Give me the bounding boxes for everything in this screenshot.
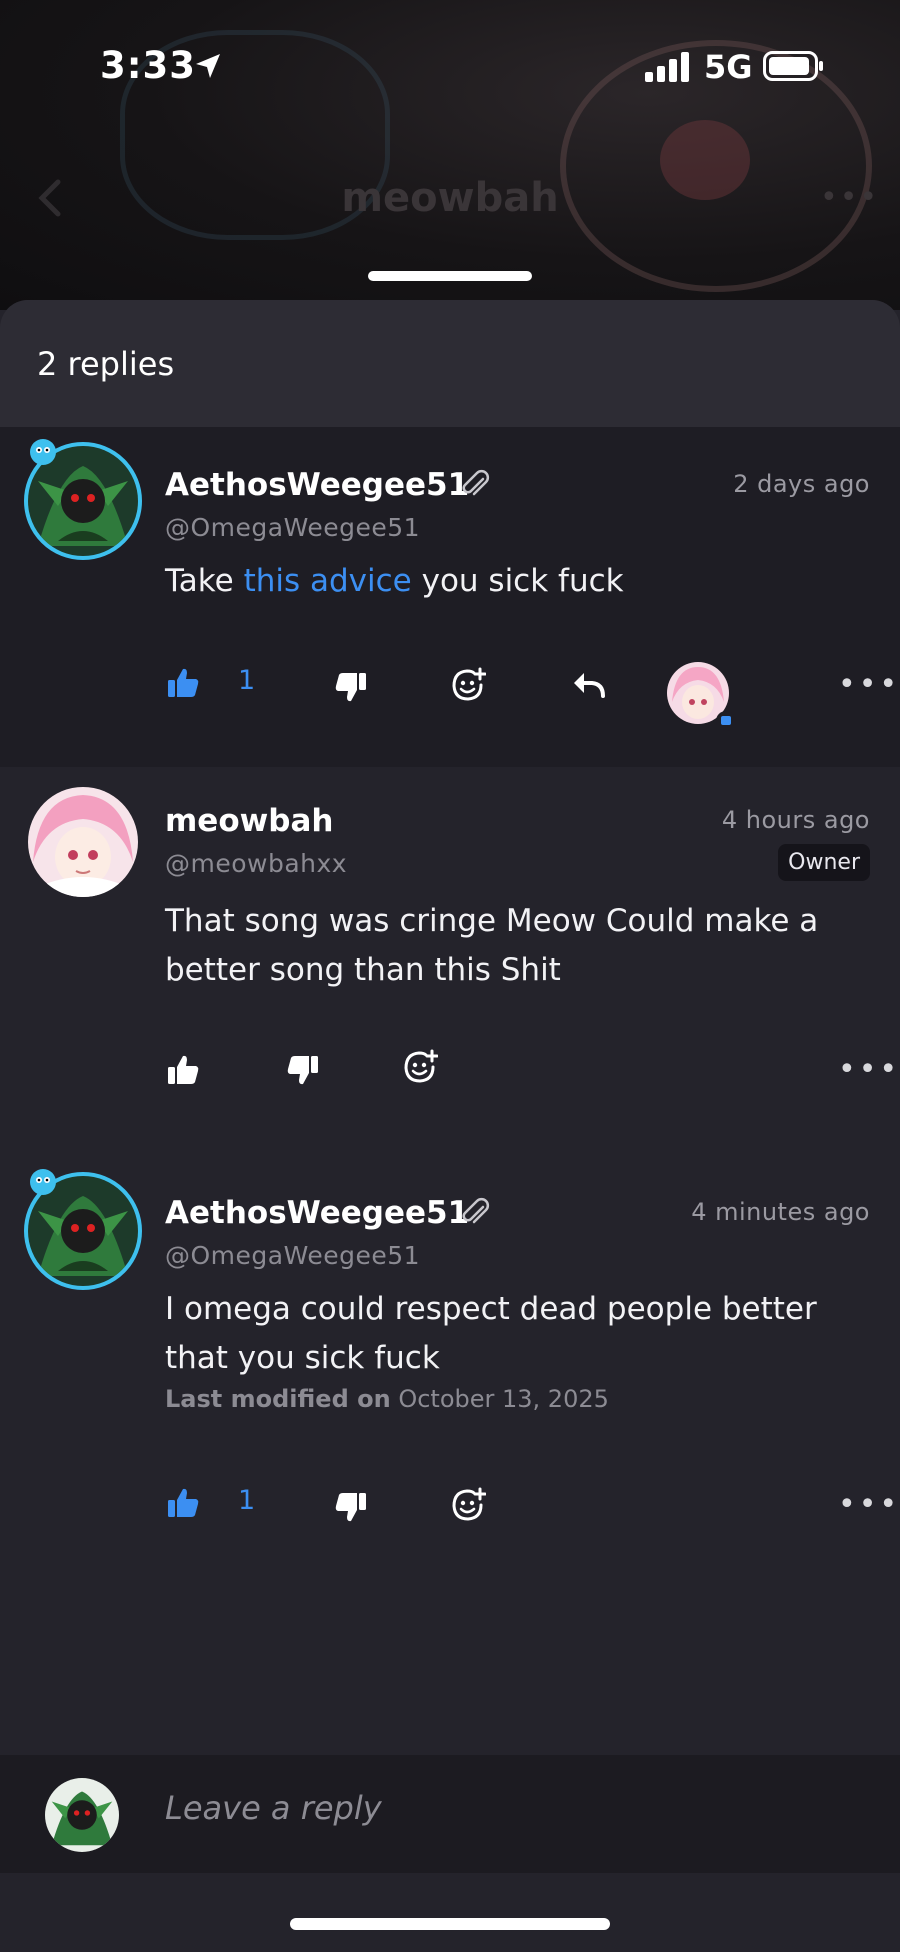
comment-body: I omega could respect dead people better…	[165, 1291, 817, 1376]
sheet-grabber[interactable]	[368, 271, 532, 281]
last-modified-date: October 13, 2025	[398, 1385, 609, 1413]
comment-timestamp: 4 hours ago	[721, 806, 870, 834]
comment-body-text: you sick fuck	[411, 563, 624, 599]
thumbs-down-icon[interactable]	[333, 1489, 369, 1525]
nav-more-icon[interactable]: •••	[820, 180, 879, 215]
reply-arrow-icon[interactable]	[570, 667, 606, 703]
comment-item: AethosWeegee51 4 minutes ago @OmegaWeege…	[0, 1155, 900, 1595]
thumbs-up-icon[interactable]	[165, 1052, 201, 1088]
add-reaction-icon[interactable]	[402, 1049, 438, 1085]
paperclip-icon	[462, 469, 490, 496]
avatar[interactable]	[28, 787, 138, 897]
thumbs-down-icon[interactable]	[285, 1052, 321, 1088]
battery-icon	[763, 51, 823, 81]
nav-title: meowbah	[341, 175, 559, 221]
sheet-header: 2 replies	[0, 300, 900, 427]
reply-bar: Leave a reply	[0, 1755, 900, 1873]
comment-body: Take this advice you sick fuck	[165, 557, 865, 606]
comment-link[interactable]: this advice	[244, 563, 412, 599]
replies-sheet: 2 replies AethosWeegee51 2 days ago @Ome…	[0, 300, 900, 1952]
home-indicator[interactable]	[290, 1918, 610, 1930]
comment-more-icon[interactable]: •••	[838, 1052, 900, 1087]
replies-count: 2 replies	[37, 345, 175, 383]
add-reaction-icon[interactable]	[450, 667, 486, 703]
chat-badge-icon	[716, 711, 736, 731]
owner-badge: Owner	[778, 844, 870, 881]
thumbs-up-icon[interactable]	[165, 1485, 201, 1521]
comment-more-icon[interactable]: •••	[838, 667, 900, 702]
comment-author[interactable]: AethosWeegee51	[165, 467, 469, 503]
current-user-avatar	[45, 1778, 119, 1852]
comment-author[interactable]: meowbah	[165, 803, 333, 839]
comment-item: AethosWeegee51 2 days ago @OmegaWeegee51…	[0, 427, 900, 767]
status-bar: 3:33 5G	[0, 0, 900, 130]
comment-item: meowbah 4 hours ago @meowbahxx Owner Tha…	[0, 767, 900, 1155]
reply-input[interactable]: Leave a reply	[165, 1789, 382, 1827]
comment-handle[interactable]: @OmegaWeegee51	[165, 513, 420, 542]
status-time: 3:33	[100, 44, 197, 87]
network-label: 5G	[704, 48, 753, 86]
comment-author[interactable]: AethosWeegee51	[165, 1195, 469, 1231]
last-modified-label: Last modified on	[165, 1385, 391, 1413]
comment-more-icon[interactable]: •••	[838, 1487, 900, 1522]
comment-timestamp: 4 minutes ago	[691, 1198, 870, 1226]
paperclip-icon	[462, 1197, 490, 1224]
ghost-badge-icon	[30, 439, 56, 465]
thumbs-up-icon[interactable]	[165, 665, 201, 701]
last-modified: Last modified on October 13, 2025	[165, 1385, 609, 1413]
comment-timestamp: 2 days ago	[733, 470, 870, 498]
like-count: 1	[238, 1485, 256, 1516]
comment-body-text: Take	[165, 563, 244, 599]
add-reaction-icon[interactable]	[450, 1487, 486, 1523]
ghost-badge-icon	[30, 1169, 56, 1195]
thumbs-down-icon[interactable]	[333, 669, 369, 705]
location-arrow-icon	[196, 54, 220, 78]
comment-handle[interactable]: @meowbahxx	[165, 849, 347, 878]
comment-body: That song was cringe Meow Could make a b…	[165, 903, 819, 988]
comment-handle[interactable]: @OmegaWeegee51	[165, 1241, 420, 1270]
like-count: 1	[238, 665, 256, 696]
cellular-signal-icon	[645, 52, 689, 82]
